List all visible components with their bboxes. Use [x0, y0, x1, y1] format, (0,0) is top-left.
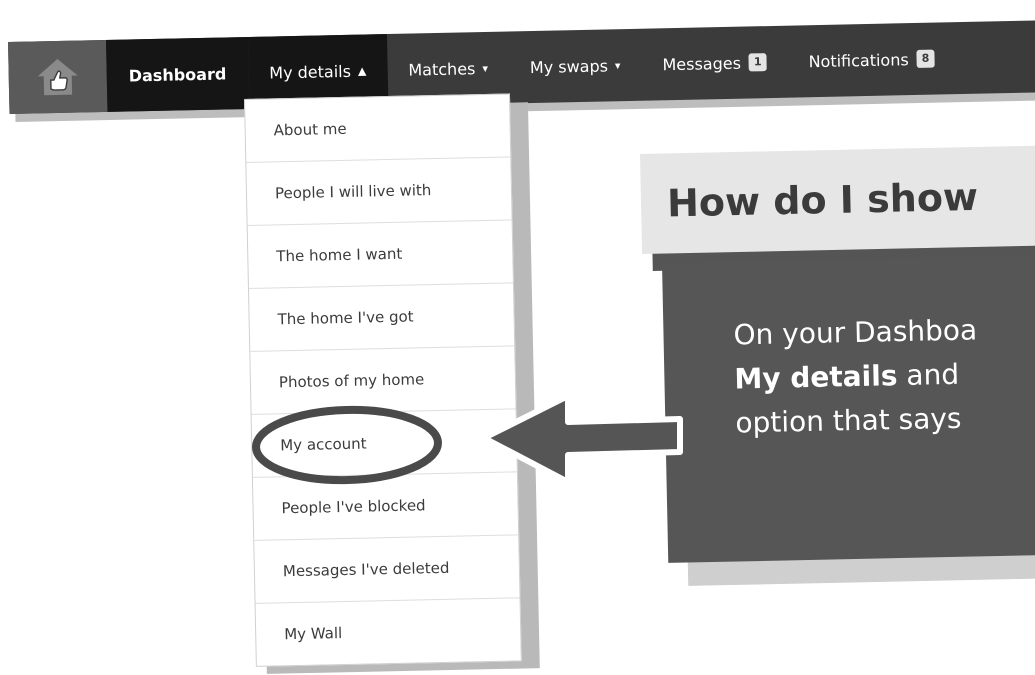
- menu-item-my-wall[interactable]: My Wall: [256, 598, 521, 666]
- menu-item-label: The home I've got: [277, 307, 414, 329]
- menu-item-label: About me: [273, 119, 347, 140]
- menu-item-about-me[interactable]: About me: [245, 94, 511, 163]
- home-button[interactable]: [8, 39, 108, 114]
- instruction-line-3: option that says: [735, 401, 962, 440]
- instruction-line-2-rest: and: [897, 357, 960, 393]
- nav-my-swaps-label: My swaps: [529, 55, 609, 77]
- nav-messages[interactable]: Messages 1: [641, 26, 789, 101]
- menu-item-photos-of-my-home[interactable]: Photos of my home: [250, 346, 516, 415]
- menu-item-my-account[interactable]: My account: [251, 409, 517, 478]
- menu-item-label: My Wall: [284, 624, 343, 644]
- caret-down-icon: ▾: [614, 58, 621, 72]
- menu-item-people-i-will-live-with[interactable]: People I will live with: [246, 157, 512, 226]
- messages-count-badge: 1: [748, 53, 767, 72]
- notifications-count-badge: 8: [916, 49, 935, 68]
- menu-item-people-ive-blocked[interactable]: People I've blocked: [252, 472, 519, 541]
- thumbs-up-house-icon: [34, 55, 81, 98]
- menu-item-the-home-ive-got[interactable]: The home I've got: [248, 283, 515, 352]
- nav-dashboard[interactable]: Dashboard: [105, 36, 250, 112]
- caret-down-icon: ▾: [482, 61, 489, 75]
- nav-matches-label: Matches: [408, 58, 476, 80]
- menu-item-label: My account: [280, 434, 367, 455]
- nav-messages-label: Messages: [662, 53, 742, 74]
- menu-item-label: Photos of my home: [278, 370, 425, 392]
- headline-text: How do I show: [666, 174, 979, 226]
- menu-item-label: People I've blocked: [281, 496, 426, 518]
- menu-item-the-home-i-want[interactable]: The home I want: [247, 220, 513, 289]
- menu-item-label: The home I want: [276, 244, 403, 266]
- menu-item-label: Messages I've deleted: [282, 558, 450, 581]
- nav-my-swaps[interactable]: My swaps ▾: [508, 29, 642, 104]
- nav-dashboard-label: Dashboard: [128, 63, 227, 85]
- instruction-line-1: On your Dashboa: [733, 313, 978, 352]
- my-details-dropdown: About me People I will live with The hom…: [244, 93, 522, 667]
- instruction-card: On your Dashboa My details and option th…: [662, 254, 1035, 563]
- instruction-bold-text: My details: [734, 359, 898, 396]
- menu-item-label: People I will live with: [274, 181, 432, 203]
- caret-up-icon: ▲: [357, 64, 367, 78]
- nav-notifications[interactable]: Notifications 8: [787, 22, 956, 97]
- menu-item-messages-ive-deleted[interactable]: Messages I've deleted: [254, 535, 520, 604]
- nav-my-details-label: My details: [269, 61, 352, 83]
- nav-notifications-label: Notifications: [808, 49, 909, 71]
- headline-card: How do I show: [640, 144, 1035, 254]
- instruction-line-2: My details and: [734, 351, 1035, 402]
- tutorial-screenshot: Dashboard My details ▲ Matches ▾ My swap…: [0, 0, 1035, 675]
